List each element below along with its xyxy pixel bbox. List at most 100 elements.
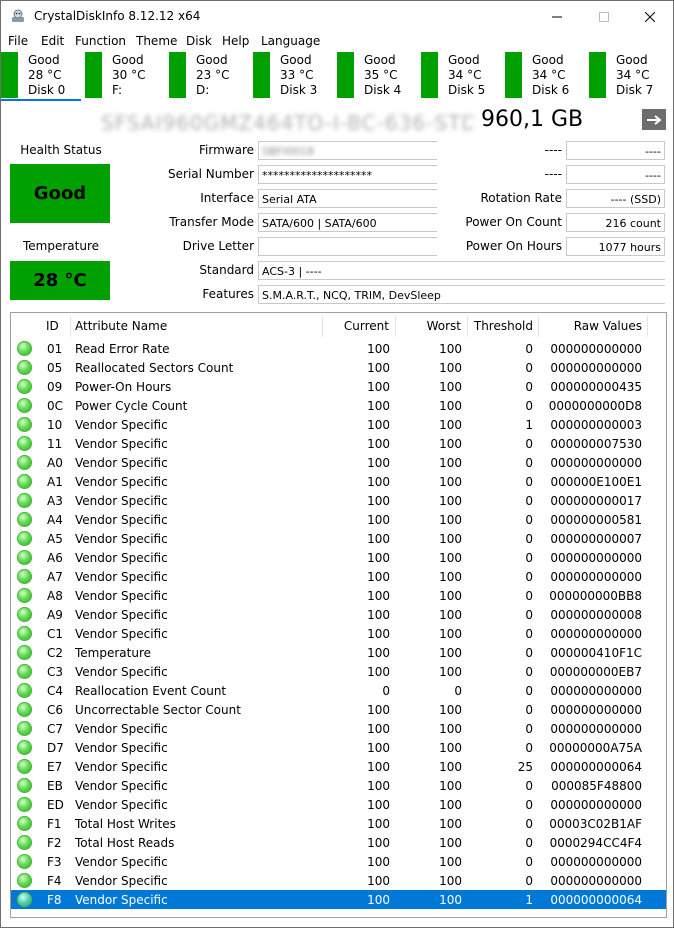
maximize-button[interactable] — [581, 1, 627, 32]
cell-attribute-name: Vendor Specific — [75, 475, 168, 489]
cell-id: C2 — [47, 646, 64, 660]
disk-tab-4[interactable]: Good 35 °C Disk 4 — [337, 52, 417, 99]
next-disk-button[interactable] — [642, 109, 666, 130]
disk-tab-1[interactable]: Good 30 °C F: — [85, 52, 165, 99]
cell-id: A7 — [47, 570, 63, 584]
table-row[interactable]: F3 Vendor Specific 100 100 0 000000000000 — [11, 852, 666, 871]
cell-raw-value: 0000294CC4F4 — [549, 836, 642, 850]
disk-tab-6[interactable]: Good 34 °C Disk 6 — [505, 52, 585, 99]
table-row[interactable]: 0C Power Cycle Count 100 100 0 0000000000D8 — [11, 396, 666, 415]
column-attribute[interactable]: Attribute Name — [75, 319, 167, 333]
window-title: CrystalDiskInfo 8.12.12 x64 — [34, 9, 201, 23]
cell-attribute-name: Vendor Specific — [75, 570, 168, 584]
table-row[interactable]: 01 Read Error Rate 100 100 0 000000000000 — [11, 339, 666, 358]
table-row[interactable]: F2 Total Host Reads 100 100 0 0000294CC4F4 — [11, 833, 666, 852]
cell-attribute-name: Vendor Specific — [75, 608, 168, 622]
table-row[interactable]: A5 Vendor Specific 100 100 0 000000000007 — [11, 529, 666, 548]
disk-tab-2[interactable]: Good 23 °C D: — [169, 52, 249, 99]
table-row[interactable]: 09 Power-On Hours 100 100 0 000000000435 — [11, 377, 666, 396]
cell-current: 100 — [367, 456, 390, 470]
cell-raw-value: 000000000000 — [550, 703, 642, 717]
table-row[interactable]: D7 Vendor Specific 100 100 0 00000000A75A — [11, 738, 666, 757]
disk-tab-0[interactable]: Good 28 °C Disk 0 — [1, 52, 81, 101]
table-row[interactable]: F4 Vendor Specific 100 100 0 000000000000 — [11, 871, 666, 890]
table-row[interactable]: A0 Vendor Specific 100 100 0 000000000000 — [11, 453, 666, 472]
cell-current: 100 — [367, 589, 390, 603]
column-worst[interactable]: Worst — [397, 319, 461, 333]
disk-tab-5[interactable]: Good 34 °C Disk 5 — [421, 52, 501, 99]
column-id[interactable]: ID — [46, 319, 59, 333]
cell-attribute-name: Vendor Specific — [75, 627, 168, 641]
table-row[interactable]: ED Vendor Specific 100 100 0 000000000000 — [11, 795, 666, 814]
health-status-button[interactable]: Good — [10, 164, 110, 223]
menu-edit[interactable]: Edit — [41, 34, 64, 48]
cell-threshold: 0 — [525, 665, 533, 679]
table-row[interactable]: A3 Vendor Specific 100 100 0 000000000017 — [11, 491, 666, 510]
table-row[interactable]: A6 Vendor Specific 100 100 0 000000000000 — [11, 548, 666, 567]
disk-temp: 34 °C — [616, 68, 650, 82]
table-row[interactable]: A4 Vendor Specific 100 100 0 000000000581 — [11, 510, 666, 529]
health-indicator — [505, 52, 522, 98]
disk-tab-3[interactable]: Good 33 °C Disk 3 — [253, 52, 333, 99]
cell-worst: 100 — [439, 570, 462, 584]
temperature-value[interactable]: 28 °C — [10, 261, 110, 300]
cell-id: 09 — [47, 380, 63, 394]
table-row[interactable]: E7 Vendor Specific 100 100 25 000000000064 — [11, 757, 666, 776]
cell-attribute-name: Vendor Specific — [75, 494, 168, 508]
cell-worst: 100 — [439, 494, 462, 508]
menu-file[interactable]: File — [8, 34, 28, 48]
menu-help[interactable]: Help — [222, 34, 249, 48]
table-row[interactable]: A1 Vendor Specific 100 100 0 000000E100E1 — [11, 472, 666, 491]
health-indicator — [337, 52, 354, 98]
table-row[interactable]: C3 Vendor Specific 100 100 0 000000000EB7 — [11, 662, 666, 681]
cell-raw-value: 000000E100E1 — [550, 475, 642, 489]
table-row[interactable]: F8 Vendor Specific 100 100 1 000000000064 — [11, 890, 666, 909]
minimize-button[interactable] — [534, 1, 580, 32]
menu-theme[interactable]: Theme — [136, 34, 177, 48]
table-row[interactable]: A9 Vendor Specific 100 100 0 000000000008 — [11, 605, 666, 624]
cell-worst: 100 — [439, 380, 462, 394]
menu-language[interactable]: Language — [261, 34, 320, 48]
disk-temp: 23 °C — [196, 68, 230, 82]
cell-attribute-name: Vendor Specific — [75, 437, 168, 451]
cell-id: C4 — [47, 684, 64, 698]
cell-id: A1 — [47, 475, 63, 489]
cell-id: 05 — [47, 361, 63, 375]
status-dot-icon — [17, 702, 32, 717]
column-current[interactable]: Current — [323, 319, 389, 333]
smart-attribute-table[interactable]: ID Attribute Name Current Worst Threshol… — [10, 312, 667, 918]
cell-worst: 100 — [439, 646, 462, 660]
cell-threshold: 0 — [525, 703, 533, 717]
power-on-hours-label: Power On Hours — [465, 239, 562, 253]
menu-function[interactable]: Function — [75, 34, 126, 48]
cell-threshold: 0 — [525, 836, 533, 850]
table-row[interactable]: C6 Uncorrectable Sector Count 100 100 0 00000… — [11, 700, 666, 719]
table-row[interactable]: C2 Temperature 100 100 0 000000410F1C — [11, 643, 666, 662]
table-row[interactable]: 11 Vendor Specific 100 100 0 000000007530 — [11, 434, 666, 453]
table-row[interactable]: EB Vendor Specific 100 100 0 000085F48800 — [11, 776, 666, 795]
column-threshold[interactable]: Threshold — [469, 319, 533, 333]
table-row[interactable]: A7 Vendor Specific 100 100 0 000000000000 — [11, 567, 666, 586]
cell-threshold: 0 — [525, 456, 533, 470]
column-raw-values[interactable]: Raw Values — [541, 319, 642, 333]
table-row[interactable]: C4 Reallocation Event Count 0 0 0 00000000000… — [11, 681, 666, 700]
cell-id: 10 — [47, 418, 63, 432]
cell-worst: 100 — [439, 475, 462, 489]
table-row[interactable]: 10 Vendor Specific 100 100 1 000000000003 — [11, 415, 666, 434]
cell-attribute-name: Total Host Reads — [75, 836, 175, 850]
table-row[interactable]: 05 Reallocated Sectors Count 100 100 0 000000… — [11, 358, 666, 377]
table-row[interactable]: C1 Vendor Specific 100 100 0 000000000000 — [11, 624, 666, 643]
table-row[interactable]: C7 Vendor Specific 100 100 0 000000000000 — [11, 719, 666, 738]
cell-threshold: 0 — [525, 532, 533, 546]
table-header: ID Attribute Name Current Worst Threshol… — [11, 313, 666, 339]
cell-worst: 100 — [439, 760, 462, 774]
close-button[interactable] — [627, 1, 673, 32]
standard-label: Standard — [199, 263, 254, 277]
cell-current: 100 — [367, 817, 390, 831]
disk-tab-7[interactable]: Good 34 °C Disk 7 — [589, 52, 669, 99]
table-row[interactable]: A8 Vendor Specific 100 100 0 000000000BB8 — [11, 586, 666, 605]
drive-model: SFSAI960GMZ464TO-I-BC-636-STD — [101, 111, 473, 135]
menu-disk[interactable]: Disk — [186, 34, 212, 48]
cell-worst: 100 — [439, 874, 462, 888]
table-row[interactable]: F1 Total Host Writes 100 100 0 00003C02B1AF — [11, 814, 666, 833]
